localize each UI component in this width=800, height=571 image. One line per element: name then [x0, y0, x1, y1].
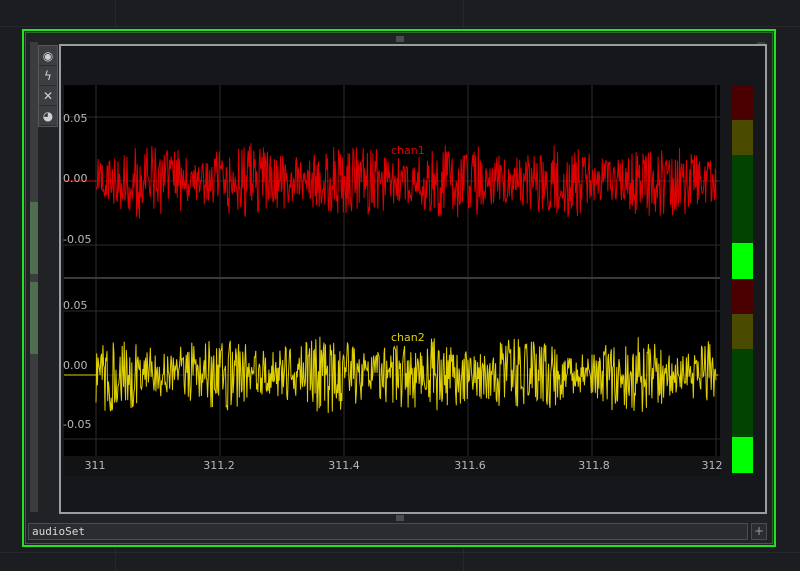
bg-grid-line — [0, 26, 800, 27]
meter-yellow-zone — [732, 314, 753, 349]
chan2-level-meter — [732, 437, 753, 473]
y-tick-label: -0.05 — [63, 418, 92, 431]
chan1-label: chan1 — [391, 144, 425, 157]
meter-red-zone — [732, 85, 753, 120]
y-tick-label: 0.05 — [63, 112, 88, 125]
y-tick-label: 0.05 — [63, 299, 88, 312]
left-rail-highlight — [30, 202, 38, 274]
chan2-waveform — [95, 336, 717, 414]
chan1-level-meter — [732, 243, 753, 279]
x-tick-label: 311.8 — [578, 459, 610, 472]
viewer-toolbar: ◉ ϟ ✕ ◕ — [38, 45, 58, 127]
y-tick-label: -0.05 — [63, 233, 92, 246]
lightning-icon[interactable]: ϟ — [39, 66, 57, 86]
x-tick-label: 312 — [701, 459, 723, 472]
top-connector-handle[interactable] — [396, 36, 404, 42]
left-rail[interactable] — [30, 42, 38, 512]
bottom-connector-handle[interactable] — [396, 515, 404, 521]
bg-grid-line — [0, 552, 800, 553]
left-rail-highlight — [30, 282, 38, 354]
x-tick-label: 311 — [84, 459, 106, 472]
node-name: audioSet — [32, 525, 85, 538]
meter-red-zone — [732, 279, 753, 314]
lock-icon[interactable]: ◕ — [39, 106, 57, 126]
add-button[interactable]: + — [751, 523, 767, 540]
x-tick-label: 311.2 — [203, 459, 235, 472]
viewer-active-icon[interactable]: ◉ — [39, 46, 57, 66]
close-icon[interactable]: ✕ — [39, 86, 57, 106]
chop-viewer[interactable]: 0.05 0.00 -0.05 0.05 0.00 -0.05 311 311.… — [59, 44, 767, 514]
meter-yellow-zone — [732, 120, 753, 155]
x-axis — [64, 456, 720, 476]
x-tick-label: 311.6 — [454, 459, 486, 472]
y-tick-label: 0.00 — [63, 172, 88, 185]
chan2-label: chan2 — [391, 331, 425, 344]
x-tick-label: 311.4 — [328, 459, 360, 472]
node-name-bar[interactable]: audioSet — [28, 523, 748, 540]
y-tick-label: 0.00 — [63, 359, 88, 372]
